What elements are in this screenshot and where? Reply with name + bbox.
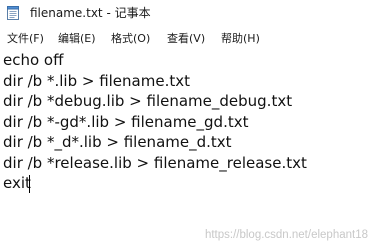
- notepad-window: filename.txt - 记事本 文件(F) 编辑(E) 格式(O) 查看(…: [0, 0, 376, 251]
- text-editor[interactable]: echo off dir /b *.lib > filename.txt dir…: [0, 50, 376, 251]
- text-line-dir-debug: dir /b *debug.lib > filename_debug.txt: [3, 92, 293, 110]
- notepad-icon: [7, 6, 19, 20]
- text-content: echo off dir /b *.lib > filename.txt dir…: [3, 50, 307, 194]
- menu-view[interactable]: 查看(V): [167, 31, 205, 47]
- watermark-url: https://blog.csdn.net/elephant18: [204, 229, 368, 241]
- text-line-exit: exit: [3, 174, 31, 192]
- window-title: filename.txt - 记事本: [30, 6, 151, 20]
- menu-format[interactable]: 格式(O): [111, 31, 150, 47]
- menu-file[interactable]: 文件(F): [7, 31, 44, 47]
- menu-bar: 文件(F) 编辑(E) 格式(O) 查看(V) 帮助(H): [0, 28, 376, 50]
- text-line-echo-off: echo off: [3, 51, 64, 69]
- title-bar: filename.txt - 记事本: [0, 0, 376, 26]
- text-line-dir-release: dir /b *release.lib > filename_release.t…: [3, 153, 307, 172]
- menu-help[interactable]: 帮助(H): [221, 31, 260, 47]
- menu-edit[interactable]: 编辑(E): [58, 31, 96, 47]
- text-line-dir-d: dir /b *_d*.lib > filename_d.txt: [3, 133, 232, 151]
- text-caret: [29, 175, 30, 193]
- text-line-dir-gd: dir /b *-gd*.lib > filename_gd.txt: [3, 112, 249, 131]
- text-line-dir-lib: dir /b *.lib > filename.txt: [3, 71, 190, 90]
